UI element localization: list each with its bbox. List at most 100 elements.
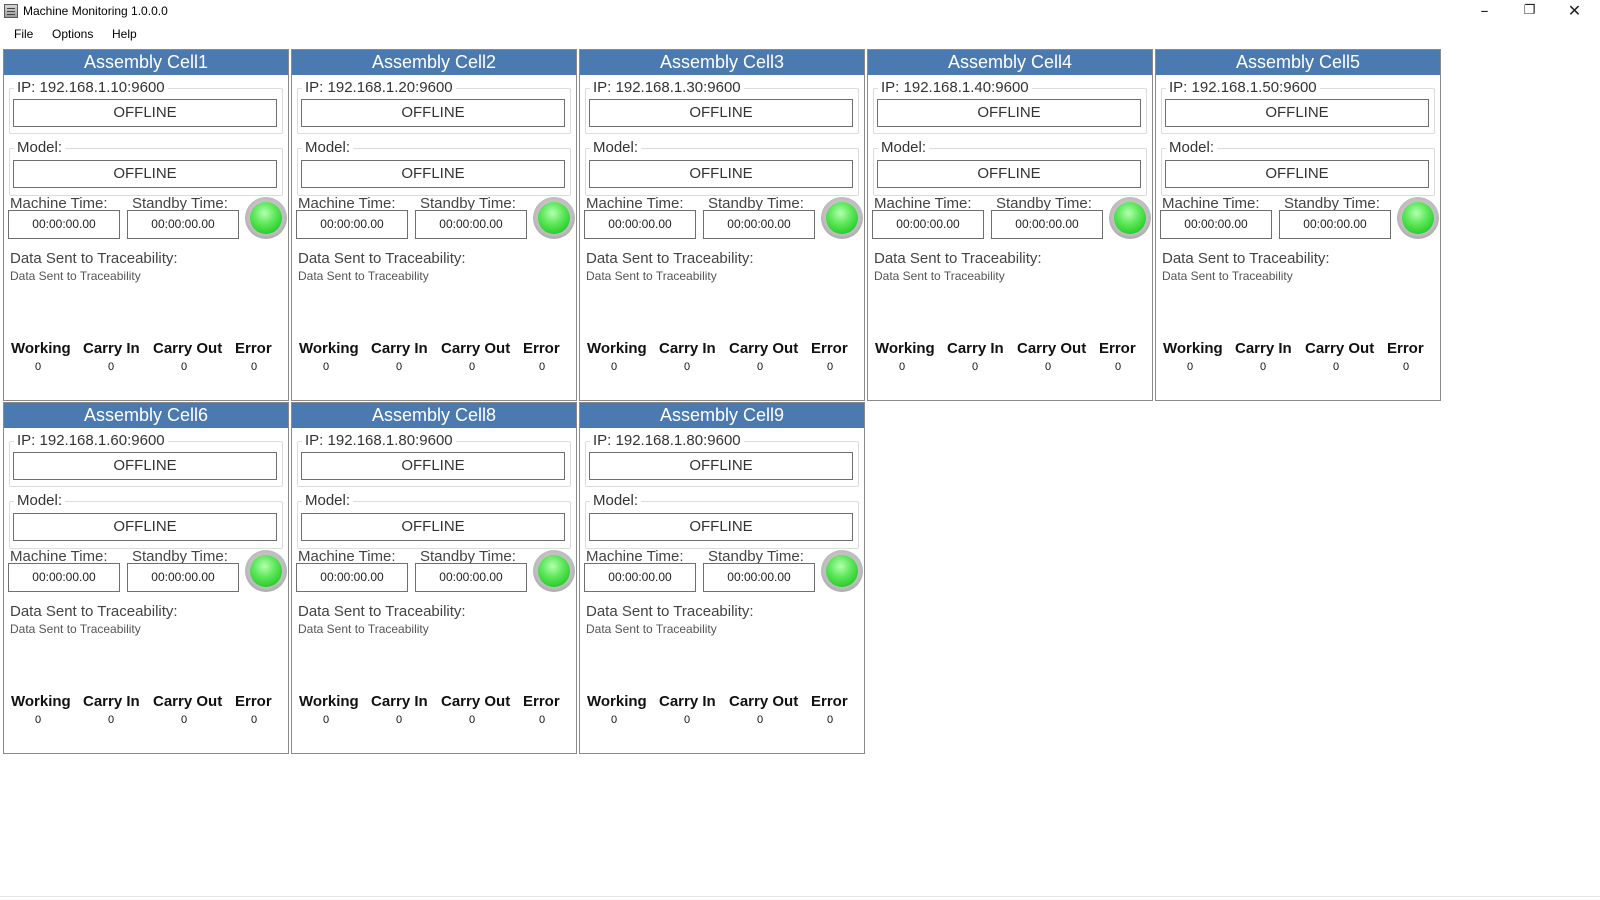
status-indicator-icon <box>821 197 863 239</box>
error-label: Error <box>1099 340 1136 357</box>
ip-group: IP: 192.168.1.60:9600 OFFLINE <box>9 432 283 487</box>
standby-time-value: 00:00:00.00 <box>703 563 815 592</box>
status-indicator-icon <box>533 550 575 592</box>
carry-in-count: 0 <box>971 361 979 373</box>
carry-out-label: Carry Out <box>729 693 799 710</box>
menu-help[interactable]: Help <box>110 27 139 41</box>
error-count: 0 <box>250 714 258 726</box>
machine-time-value: 00:00:00.00 <box>296 563 408 592</box>
carry-out-label: Carry Out <box>729 340 799 357</box>
ip-label: IP: 192.168.1.30:9600 <box>590 79 744 96</box>
model-label: Model: <box>878 139 930 156</box>
model-group: Model: OFFLINE <box>9 139 283 196</box>
maximize-button[interactable]: ❐ <box>1507 0 1552 24</box>
carry-out-count: 0 <box>180 714 188 726</box>
working-count: 0 <box>610 714 618 726</box>
working-label: Working <box>1163 340 1223 357</box>
standby-time-value: 00:00:00.00 <box>127 210 239 239</box>
model-status-box: OFFLINE <box>13 513 277 541</box>
working-label: Working <box>587 340 647 357</box>
standby-time-value: 00:00:00.00 <box>127 563 239 592</box>
status-indicator-icon <box>821 550 863 592</box>
data-sent-text: Data Sent to Traceability <box>298 269 429 283</box>
data-sent-text: Data Sent to Traceability <box>586 269 717 283</box>
machine-time-value: 00:00:00.00 <box>1160 210 1272 239</box>
data-sent-text: Data Sent to Traceability <box>298 622 429 636</box>
error-label: Error <box>235 340 272 357</box>
carry-out-label: Carry Out <box>153 340 223 357</box>
ip-label: IP: 192.168.1.20:9600 <box>302 79 456 96</box>
model-status-box: OFFLINE <box>13 160 277 188</box>
cell-title: Assembly Cell3 <box>580 50 864 75</box>
carry-out-label: Carry Out <box>441 693 511 710</box>
status-strip <box>0 896 1600 897</box>
error-count: 0 <box>1114 361 1122 373</box>
carry-out-count: 0 <box>468 361 476 373</box>
carry-out-label: Carry Out <box>153 693 223 710</box>
data-sent-label: Data Sent to Traceability: <box>586 250 754 267</box>
working-count: 0 <box>898 361 906 373</box>
model-label: Model: <box>302 492 354 509</box>
data-sent-text: Data Sent to Traceability <box>874 269 1005 283</box>
cell-panel: Assembly Cell6 IP: 192.168.1.60:9600 OFF… <box>3 402 289 754</box>
working-count: 0 <box>1186 361 1194 373</box>
machine-time-value: 00:00:00.00 <box>872 210 984 239</box>
status-indicator-icon <box>533 197 575 239</box>
cell-panel: Assembly Cell8 IP: 192.168.1.80:9600 OFF… <box>291 402 577 754</box>
model-group: Model: OFFLINE <box>873 139 1147 196</box>
model-label: Model: <box>1166 139 1218 156</box>
working-label: Working <box>875 340 935 357</box>
standby-time-value: 00:00:00.00 <box>991 210 1103 239</box>
carry-in-label: Carry In <box>659 693 716 710</box>
menu-file[interactable]: File <box>12 27 35 41</box>
carry-out-count: 0 <box>1332 361 1340 373</box>
ip-label: IP: 192.168.1.80:9600 <box>302 432 456 449</box>
standby-time-value: 00:00:00.00 <box>703 210 815 239</box>
model-status-box: OFFLINE <box>301 160 565 188</box>
cell-title: Assembly Cell1 <box>4 50 288 75</box>
menu-bar: File Options Help <box>0 24 1600 44</box>
menu-options[interactable]: Options <box>50 27 95 41</box>
error-label: Error <box>811 693 848 710</box>
cell-title: Assembly Cell2 <box>292 50 576 75</box>
model-label: Model: <box>590 139 642 156</box>
model-group: Model: OFFLINE <box>9 492 283 549</box>
carry-in-label: Carry In <box>371 340 428 357</box>
connection-status-box: OFFLINE <box>301 99 565 127</box>
carry-in-count: 0 <box>107 714 115 726</box>
ip-label: IP: 192.168.1.60:9600 <box>14 432 168 449</box>
machine-time-value: 00:00:00.00 <box>296 210 408 239</box>
close-button[interactable]: ✕ <box>1552 0 1597 24</box>
carry-out-count: 0 <box>1044 361 1052 373</box>
ip-label: IP: 192.168.1.50:9600 <box>1166 79 1320 96</box>
error-count: 0 <box>538 361 546 373</box>
model-status-box: OFFLINE <box>589 513 853 541</box>
model-status-box: OFFLINE <box>589 160 853 188</box>
connection-status-box: OFFLINE <box>301 452 565 480</box>
data-sent-label: Data Sent to Traceability: <box>10 603 178 620</box>
status-indicator-icon <box>1397 197 1439 239</box>
data-sent-label: Data Sent to Traceability: <box>298 250 466 267</box>
carry-out-count: 0 <box>756 361 764 373</box>
model-label: Model: <box>590 492 642 509</box>
working-label: Working <box>587 693 647 710</box>
model-group: Model: OFFLINE <box>297 492 571 549</box>
error-label: Error <box>523 693 560 710</box>
data-sent-label: Data Sent to Traceability: <box>10 250 178 267</box>
machine-time-value: 00:00:00.00 <box>584 563 696 592</box>
working-count: 0 <box>34 361 42 373</box>
ip-group: IP: 192.168.1.50:9600 OFFLINE <box>1161 79 1435 134</box>
carry-in-count: 0 <box>683 714 691 726</box>
data-sent-text: Data Sent to Traceability <box>10 269 141 283</box>
carry-in-label: Carry In <box>83 693 140 710</box>
title-bar: Machine Monitoring 1.0.0.0 – ❐ ✕ <box>0 0 1600 24</box>
connection-status-box: OFFLINE <box>877 99 1141 127</box>
working-label: Working <box>299 340 359 357</box>
connection-status-box: OFFLINE <box>589 452 853 480</box>
model-status-box: OFFLINE <box>301 513 565 541</box>
model-label: Model: <box>302 139 354 156</box>
carry-in-count: 0 <box>1259 361 1267 373</box>
cell-panel: Assembly Cell3 IP: 192.168.1.30:9600 OFF… <box>579 49 865 401</box>
minimize-button[interactable]: – <box>1462 0 1507 24</box>
model-group: Model: OFFLINE <box>1161 139 1435 196</box>
